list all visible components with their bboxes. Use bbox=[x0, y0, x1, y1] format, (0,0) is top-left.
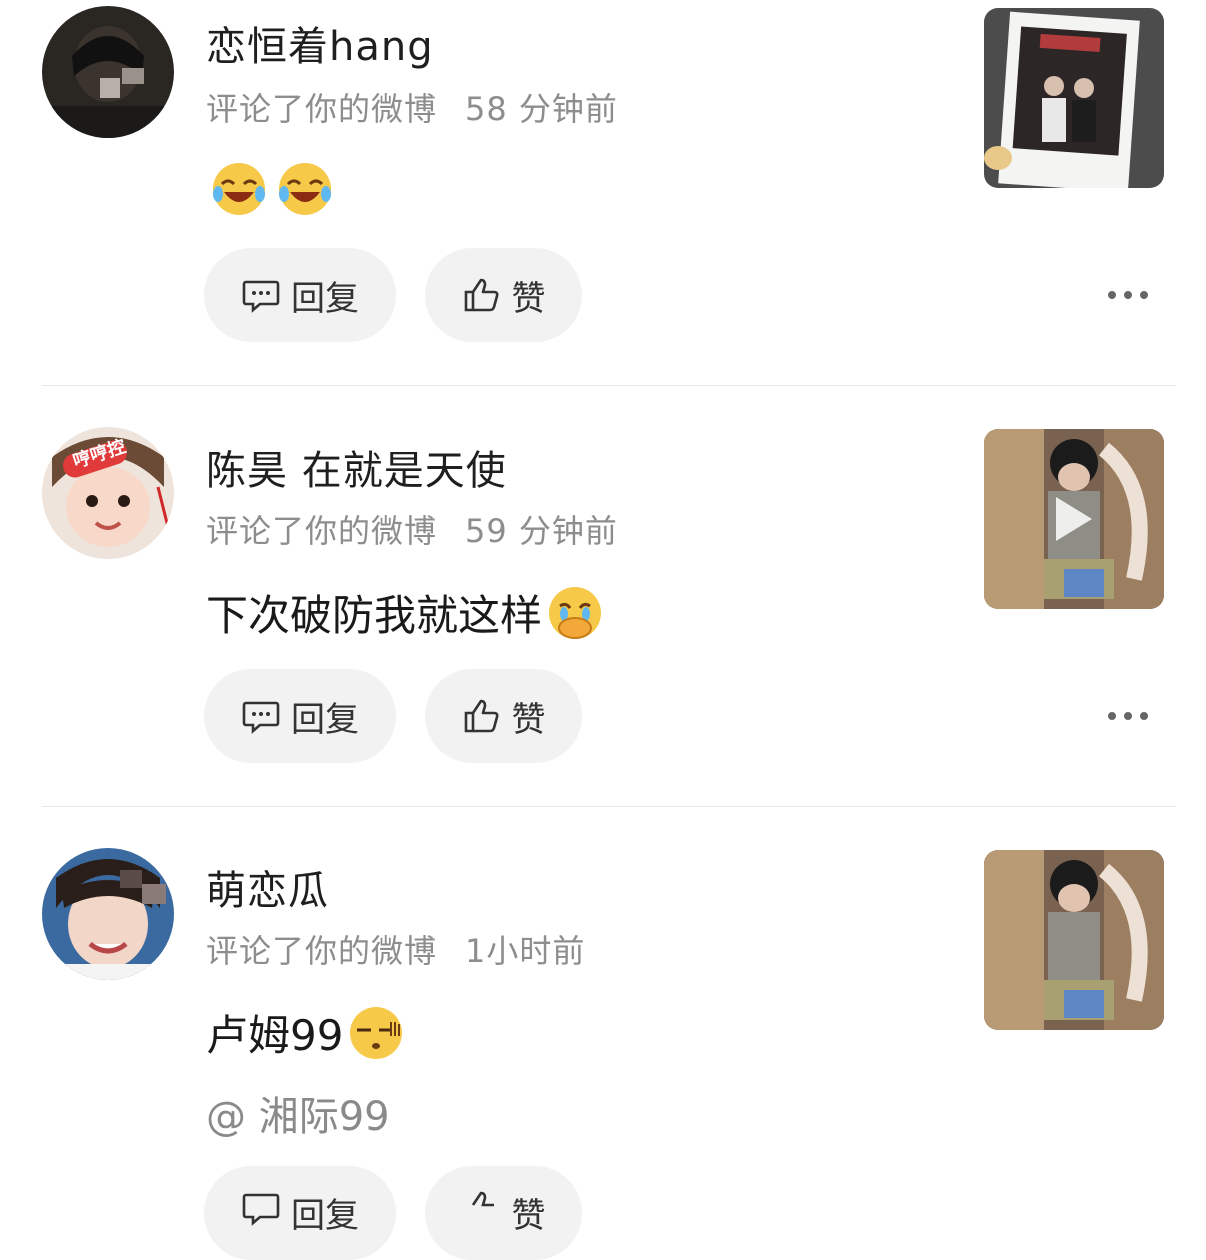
reply-label: 回复 bbox=[291, 1196, 359, 1236]
more-options-icon[interactable] bbox=[1108, 288, 1148, 302]
more-options-icon[interactable] bbox=[1108, 709, 1148, 723]
thumbs-up-icon bbox=[462, 1188, 502, 1228]
cover-mouth-cry-emoji bbox=[546, 584, 604, 642]
photo-thumbnail[interactable] bbox=[984, 8, 1164, 188]
comment-text: 下次破防我就这样 bbox=[206, 591, 543, 640]
thumbs-up-icon bbox=[462, 696, 502, 736]
timestamp: 58 分钟前 bbox=[465, 90, 618, 128]
like-label: 赞 bbox=[511, 278, 546, 319]
meta-line: 评论了你的微博 59 分钟前 bbox=[206, 506, 618, 552]
username[interactable]: 萌恋瓜 bbox=[206, 858, 329, 916]
comment-icon bbox=[241, 1188, 281, 1228]
comment-icon bbox=[241, 696, 281, 736]
divider bbox=[42, 806, 1176, 807]
like-label: 赞 bbox=[511, 699, 546, 740]
action-text: 评论了你的微博 bbox=[206, 512, 438, 550]
username-text: 恋恒着hang bbox=[206, 24, 434, 70]
photo-thumbnail[interactable] bbox=[984, 850, 1164, 1030]
timestamp: 1小时前 bbox=[465, 932, 586, 970]
reply-button[interactable]: 回复 bbox=[204, 669, 396, 763]
meta-line: 评论了你的微博 58 分钟前 bbox=[206, 84, 618, 130]
avatar[interactable] bbox=[42, 848, 174, 980]
username[interactable]: 陈昊 在就是天使 bbox=[206, 438, 507, 496]
like-label: 赞 bbox=[511, 1196, 546, 1236]
divider bbox=[42, 385, 1176, 386]
reply-label: 回复 bbox=[291, 278, 359, 319]
comment-content bbox=[206, 160, 334, 218]
reply-button[interactable]: 回复 bbox=[204, 1166, 396, 1260]
action-text: 评论了你的微博 bbox=[206, 90, 438, 128]
like-button[interactable]: 赞 bbox=[425, 1166, 582, 1260]
dizzy-face-emoji bbox=[347, 1004, 405, 1062]
comment-text: 卢姆99 bbox=[206, 1011, 344, 1060]
laugh-cry-emoji bbox=[276, 160, 334, 218]
video-thumbnail[interactable] bbox=[984, 429, 1164, 609]
thumbs-up-icon bbox=[462, 275, 502, 315]
comment-content: 卢姆99 bbox=[206, 1002, 405, 1063]
quoted-text[interactable]: @ 湘际99 bbox=[206, 1084, 390, 1142]
timestamp: 59 分钟前 bbox=[465, 512, 618, 550]
reply-button[interactable]: 回复 bbox=[204, 248, 396, 342]
like-button[interactable]: 赞 bbox=[425, 248, 582, 342]
like-button[interactable]: 赞 bbox=[425, 669, 582, 763]
reply-label: 回复 bbox=[291, 699, 359, 740]
username[interactable]: 恋恒着hang bbox=[206, 14, 434, 72]
username-text: 陈昊 在就是天使 bbox=[206, 448, 507, 494]
comment-content: 下次破防我就这样 bbox=[206, 582, 604, 643]
quoted-text-value: @ 湘际99 bbox=[206, 1094, 390, 1140]
meta-line: 评论了你的微博 1小时前 bbox=[206, 926, 585, 972]
action-text: 评论了你的微博 bbox=[206, 932, 438, 970]
laugh-cry-emoji bbox=[210, 160, 268, 218]
avatar[interactable] bbox=[42, 6, 174, 138]
comment-icon bbox=[241, 275, 281, 315]
username-text: 萌恋瓜 bbox=[206, 868, 329, 914]
